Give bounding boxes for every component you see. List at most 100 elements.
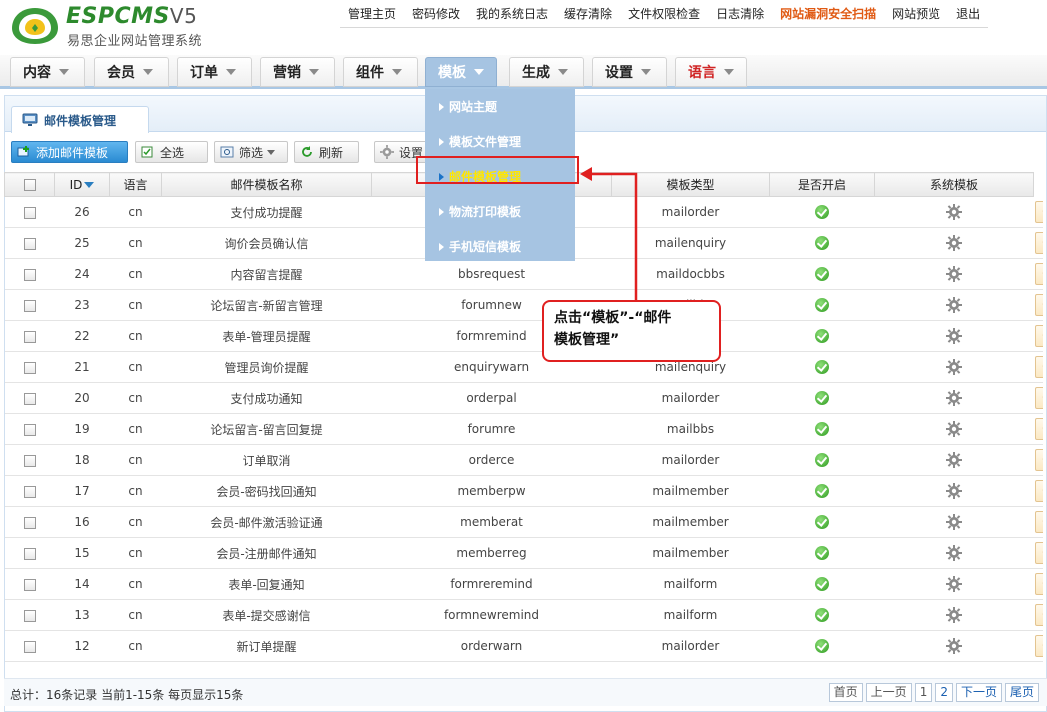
checkbox[interactable] <box>23 237 36 250</box>
check-circle-icon[interactable] <box>815 515 830 530</box>
select-all-button[interactable]: 全选 <box>135 141 208 163</box>
menu-item-sms-templates[interactable]: 手机短信模板 <box>425 229 575 264</box>
row-checkbox-cell[interactable] <box>4 382 55 414</box>
nav-member[interactable]: 会员 <box>94 57 169 87</box>
check-circle-icon[interactable] <box>815 267 830 282</box>
checkbox[interactable] <box>23 361 36 374</box>
checkbox[interactable] <box>23 392 36 405</box>
nav-components[interactable]: 组件 <box>343 57 418 87</box>
checkbox[interactable] <box>23 423 36 436</box>
refresh-button[interactable]: 刷新 <box>294 141 359 163</box>
check-circle-icon[interactable] <box>815 236 830 251</box>
edit-button[interactable]: 修改 <box>1034 294 1043 316</box>
check-circle-icon[interactable] <box>815 360 830 375</box>
edit-button[interactable]: 修改 <box>1034 263 1043 285</box>
tab-mail-template[interactable]: 邮件模板管理 <box>11 106 149 133</box>
row-checkbox-cell[interactable] <box>4 413 55 445</box>
edit-button[interactable]: 修改 <box>1034 200 1043 223</box>
row-checkbox-cell[interactable] <box>4 568 55 600</box>
row-checkbox-cell[interactable] <box>4 475 55 507</box>
checkbox[interactable] <box>23 179 36 191</box>
check-circle-icon[interactable] <box>815 205 830 220</box>
check-circle-icon[interactable] <box>815 639 830 654</box>
check-circle-icon[interactable] <box>815 608 830 623</box>
pager-prev[interactable]: 上一页 <box>865 683 912 702</box>
checkbox[interactable] <box>23 299 36 312</box>
checkbox[interactable] <box>23 640 36 653</box>
checkbox[interactable] <box>23 268 36 281</box>
edit-button[interactable]: 修改 <box>1034 418 1043 440</box>
pager-last[interactable]: 尾页 <box>1004 683 1039 702</box>
nav-content[interactable]: 内容 <box>10 57 85 87</box>
toplink-logout[interactable]: 退出 <box>948 0 988 27</box>
row-checkbox-cell[interactable] <box>4 630 55 662</box>
cell-lang: cn <box>109 289 162 321</box>
row-checkbox-cell[interactable] <box>4 351 55 383</box>
edit-button[interactable]: 修改 <box>1034 635 1043 657</box>
check-circle-icon[interactable] <box>815 546 830 561</box>
checkbox[interactable] <box>23 516 36 529</box>
filter-button[interactable]: 筛选 <box>214 141 288 163</box>
row-checkbox-cell[interactable] <box>4 227 55 259</box>
menu-item-logistics-print[interactable]: 物流打印模板 <box>425 194 575 229</box>
row-checkbox-cell[interactable] <box>4 320 55 352</box>
edit-button[interactable]: 修改 <box>1034 573 1043 595</box>
nav-template[interactable]: 模板 <box>425 57 497 87</box>
row-checkbox-cell[interactable] <box>4 289 55 321</box>
logo[interactable]: ESPCMSV5 易思企业网站管理系统 <box>10 4 220 49</box>
row-checkbox-cell[interactable] <box>4 537 55 569</box>
menu-item-site-theme[interactable]: 网站主题 <box>425 89 575 124</box>
toplink-permission-check[interactable]: 文件权限检查 <box>620 0 708 27</box>
row-checkbox-cell[interactable] <box>4 196 55 228</box>
pager-next[interactable]: 下一页 <box>955 683 1002 702</box>
toplink-clear-cache[interactable]: 缓存清除 <box>556 0 620 27</box>
check-circle-icon[interactable] <box>815 298 830 313</box>
row-checkbox-cell[interactable] <box>4 444 55 476</box>
checkbox[interactable] <box>23 206 36 219</box>
edit-button[interactable]: 修改 <box>1034 449 1043 471</box>
toplink-password[interactable]: 密码修改 <box>404 0 468 27</box>
header-id[interactable]: ID <box>54 172 110 197</box>
pager-page-2[interactable]: 2 <box>935 683 953 702</box>
nav-order[interactable]: 订单 <box>177 57 252 87</box>
checkbox[interactable] <box>23 485 36 498</box>
edit-button[interactable]: 修改 <box>1034 480 1043 502</box>
toplink-home[interactable]: 管理主页 <box>340 0 404 27</box>
edit-button[interactable]: 修改 <box>1034 325 1043 347</box>
select-all-checkbox-cell[interactable] <box>4 172 55 197</box>
edit-button[interactable]: 修改 <box>1034 542 1043 564</box>
nav-settings[interactable]: 设置 <box>592 57 667 87</box>
row-checkbox-cell[interactable] <box>4 506 55 538</box>
edit-button[interactable]: 修改 <box>1034 511 1043 533</box>
row-checkbox-cell[interactable] <box>4 258 55 290</box>
nav-generate[interactable]: 生成 <box>509 57 584 87</box>
checkbox[interactable] <box>23 609 36 622</box>
check-circle-icon[interactable] <box>815 484 830 499</box>
toplink-clear-log[interactable]: 日志清除 <box>708 0 772 27</box>
callout-line-2: 模板管理” <box>554 332 620 348</box>
checkbox[interactable] <box>23 330 36 343</box>
edit-button[interactable]: 修改 <box>1034 232 1043 254</box>
check-circle-icon[interactable] <box>815 577 830 592</box>
nav-marketing[interactable]: 营销 <box>260 57 335 87</box>
edit-button[interactable]: 修改 <box>1034 604 1043 626</box>
check-circle-icon[interactable] <box>815 391 830 406</box>
row-checkbox-cell[interactable] <box>4 599 55 631</box>
pager-first[interactable]: 首页 <box>828 683 863 702</box>
menu-item-template-files[interactable]: 模板文件管理 <box>425 124 575 159</box>
toplink-my-log[interactable]: 我的系统日志 <box>468 0 556 27</box>
add-template-button[interactable]: 添加邮件模板 <box>11 141 128 163</box>
nav-language[interactable]: 语言 <box>675 57 747 87</box>
edit-button[interactable]: 修改 <box>1034 356 1043 378</box>
pager-page-1[interactable]: 1 <box>914 683 933 702</box>
edit-button[interactable]: 修改 <box>1034 387 1043 409</box>
checkbox[interactable] <box>23 547 36 560</box>
checkbox[interactable] <box>23 578 36 591</box>
toplink-preview[interactable]: 网站预览 <box>884 0 948 27</box>
checkbox[interactable] <box>23 454 36 467</box>
check-circle-icon[interactable] <box>815 453 830 468</box>
gear-icon <box>946 297 963 313</box>
check-circle-icon[interactable] <box>815 329 830 344</box>
check-circle-icon[interactable] <box>815 422 830 437</box>
toplink-security-scan[interactable]: 网站漏洞安全扫描 <box>772 0 884 27</box>
